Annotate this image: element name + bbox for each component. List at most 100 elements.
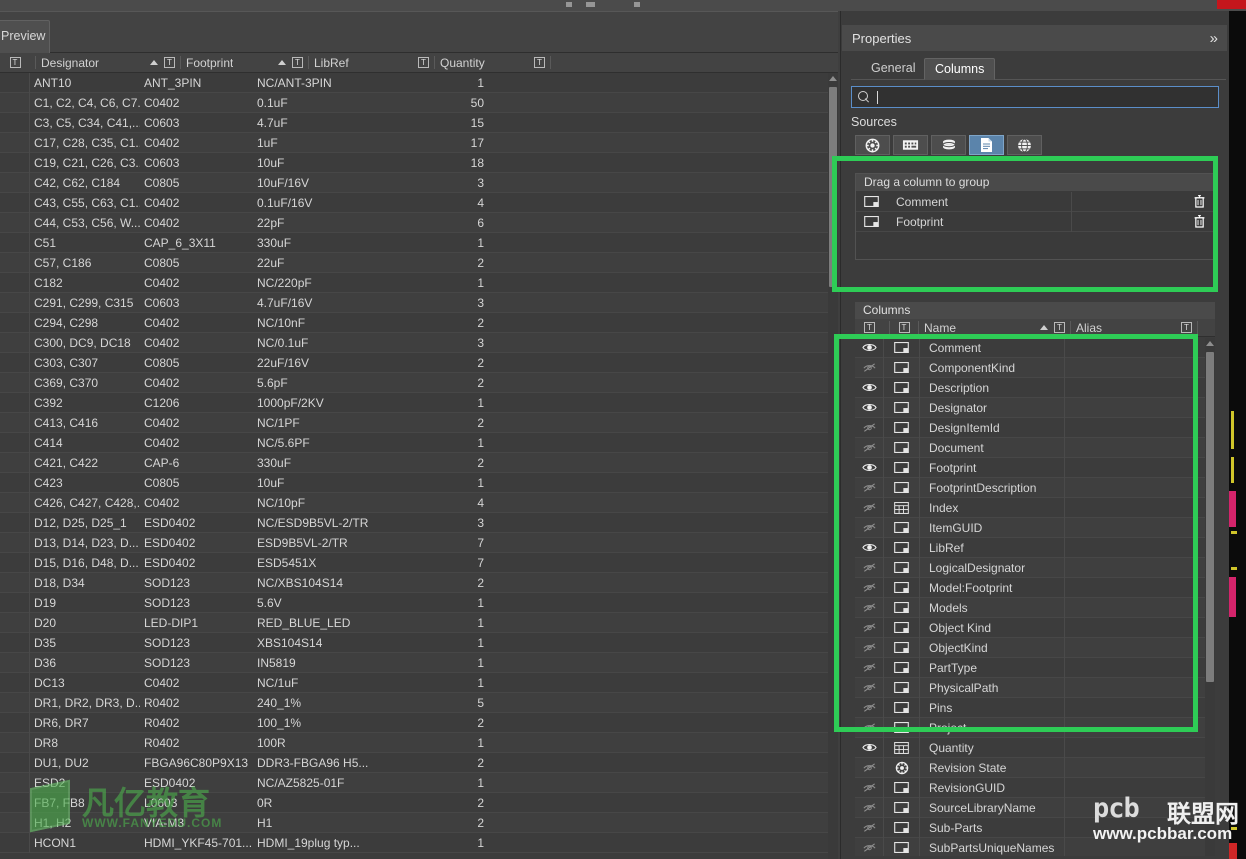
eye-hidden-icon[interactable] <box>855 417 884 438</box>
column-alias-cell[interactable] <box>1064 817 1205 838</box>
column-list-item[interactable]: Models <box>855 597 1205 618</box>
table-row[interactable]: C413, C416 C0402 NC/1PF 2 <box>0 412 828 433</box>
eye-hidden-icon[interactable] <box>855 497 884 518</box>
table-row[interactable]: DR1, DR2, DR3, D... R0402 240_1% 5 <box>0 692 828 713</box>
eye-hidden-icon[interactable] <box>855 597 884 618</box>
table-row[interactable]: D12, D25, D25_1 ESD0402 NC/ESD9B5VL-2/TR 3 <box>0 512 828 533</box>
table-header-libref[interactable]: LibRef <box>314 53 418 73</box>
scrollbar-thumb[interactable] <box>1206 352 1214 682</box>
table-row[interactable]: C414 C0402 NC/5.6PF 1 <box>0 432 828 453</box>
column-list-item[interactable]: Model:Footprint <box>855 577 1205 598</box>
table-vertical-scrollbar[interactable] <box>828 73 838 859</box>
table-row[interactable]: D19 SOD123 5.6V 1 <box>0 592 828 613</box>
table-header-footprint[interactable]: Footprint <box>186 53 274 73</box>
tab-preview[interactable]: Preview <box>0 20 50 53</box>
eye-hidden-icon[interactable] <box>855 577 884 598</box>
table-row[interactable]: C43, C55, C63, C1... C0402 0.1uF/16V 4 <box>0 192 828 213</box>
table-row[interactable]: C294, C298 C0402 NC/10nF 2 <box>0 312 828 333</box>
column-alias-cell[interactable] <box>1064 557 1205 578</box>
column-alias-cell[interactable] <box>1064 697 1205 718</box>
eye-visible-icon[interactable] <box>855 457 884 478</box>
column-list-item[interactable]: Designator <box>855 397 1205 418</box>
source-component-button[interactable] <box>893 135 928 155</box>
scroll-up-arrow-icon[interactable] <box>829 76 837 81</box>
column-list-item[interactable]: Revision State <box>855 757 1205 778</box>
table-row[interactable]: C51 CAP_6_3X11 330uF 1 <box>0 232 828 253</box>
column-list-item[interactable]: ObjectKind <box>855 637 1205 658</box>
table-row[interactable]: D13, D14, D23, D... ESD0402 ESD9B5VL-2/TR 7 <box>0 532 828 553</box>
source-globe-button[interactable] <box>1007 135 1042 155</box>
table-row[interactable]: C19, C21, C26, C3... C0603 10uF 18 <box>0 152 828 173</box>
table-row[interactable]: DR8 R0402 100R 1 <box>0 732 828 753</box>
column-list-item[interactable]: ComponentKind <box>855 357 1205 378</box>
sort-ascending-icon[interactable] <box>150 60 158 65</box>
eye-hidden-icon[interactable] <box>855 697 884 718</box>
column-list-item[interactable]: Footprint <box>855 457 1205 478</box>
table-row[interactable]: DC13 C0402 NC/1uF 1 <box>0 672 828 693</box>
eye-hidden-icon[interactable] <box>855 777 884 798</box>
eye-hidden-icon[interactable] <box>855 517 884 538</box>
filter-icon[interactable]: T <box>534 57 545 68</box>
column-alias-cell[interactable] <box>1064 477 1205 498</box>
column-alias-cell[interactable] <box>1064 777 1205 798</box>
tab-columns[interactable]: Columns <box>924 58 996 80</box>
column-list-item[interactable]: LogicalDesignator <box>855 557 1205 578</box>
table-row[interactable]: DU1, DU2 FBGA96C80P9X13 DDR3-FBGA96 H5... 2 <box>0 752 828 773</box>
table-row[interactable]: C300, DC9, DC18 C0402 NC/0.1uF 3 <box>0 332 828 353</box>
column-list-item[interactable]: DesignItemId <box>855 417 1205 438</box>
column-alias-cell[interactable] <box>1064 497 1205 518</box>
columns-header-alias[interactable]: Alias <box>1076 321 1181 335</box>
eye-visible-icon[interactable] <box>855 737 884 758</box>
table-row[interactable]: C423 C0805 10uF 1 <box>0 472 828 493</box>
eye-hidden-icon[interactable] <box>855 477 884 498</box>
column-alias-cell[interactable] <box>1064 637 1205 658</box>
column-list-item[interactable]: FootprintDescription <box>855 477 1205 498</box>
column-alias-cell[interactable] <box>1064 757 1205 778</box>
eye-hidden-icon[interactable] <box>855 677 884 698</box>
scroll-up-arrow-icon[interactable] <box>1206 341 1214 346</box>
columns-header-name[interactable]: Name <box>924 321 1036 335</box>
column-alias-cell[interactable] <box>1064 457 1205 478</box>
table-row[interactable]: C57, C186 C0805 22uF 2 <box>0 252 828 273</box>
column-alias-cell[interactable] <box>1064 377 1205 398</box>
eye-visible-icon[interactable] <box>855 338 884 358</box>
filter-icon[interactable]: T <box>1054 322 1065 333</box>
column-alias-cell[interactable] <box>1064 338 1205 358</box>
eye-hidden-icon[interactable] <box>855 357 884 378</box>
eye-hidden-icon[interactable] <box>855 757 884 778</box>
column-alias-cell[interactable] <box>1064 797 1205 818</box>
filter-icon[interactable]: T <box>164 57 175 68</box>
column-alias-cell[interactable] <box>1064 577 1205 598</box>
column-list-item[interactable]: RevisionGUID <box>855 777 1205 798</box>
window-close-button[interactable] <box>1217 0 1246 9</box>
table-row[interactable]: ESD2 ESD0402 NC/AZ5825-01F 1 <box>0 772 828 793</box>
source-document-button[interactable] <box>969 135 1004 155</box>
source-database-button[interactable] <box>931 135 966 155</box>
column-list-item[interactable]: LibRef <box>855 537 1205 558</box>
column-list-item[interactable]: ItemGUID <box>855 517 1205 538</box>
tab-general[interactable]: General <box>861 58 925 80</box>
eye-hidden-icon[interactable] <box>855 717 884 738</box>
group-by-area[interactable]: Drag a column to group Comment Footprint <box>855 173 1215 260</box>
table-row[interactable]: C421, C422 CAP-6 330uF 2 <box>0 452 828 473</box>
column-list-item[interactable]: Index <box>855 497 1205 518</box>
source-vault-button[interactable] <box>855 135 890 155</box>
column-alias-cell[interactable] <box>1064 437 1205 458</box>
table-row[interactable]: C17, C28, C35, C1... C0402 1uF 17 <box>0 132 828 153</box>
column-alias-cell[interactable] <box>1064 537 1205 558</box>
column-list-item[interactable]: SubPartsUniqueNames <box>855 837 1205 856</box>
table-row[interactable]: C369, C370 C0402 5.6pF 2 <box>0 372 828 393</box>
table-row[interactable]: C1, C2, C4, C6, C7... C0402 0.1uF 50 <box>0 92 828 113</box>
sort-ascending-icon[interactable] <box>1040 325 1048 330</box>
eye-hidden-icon[interactable] <box>855 797 884 818</box>
column-list-item[interactable]: Sub-Parts <box>855 817 1205 838</box>
column-list-item[interactable]: Description <box>855 377 1205 398</box>
delete-group-icon[interactable] <box>1194 195 1214 208</box>
filter-icon[interactable]: T <box>1181 322 1192 333</box>
column-alias-cell[interactable] <box>1064 617 1205 638</box>
table-row[interactable]: C44, C53, C56, W... C0402 22pF 6 <box>0 212 828 233</box>
eye-hidden-icon[interactable] <box>855 557 884 578</box>
column-alias-cell[interactable] <box>1064 357 1205 378</box>
table-row[interactable]: C3, C5, C34, C41,... C0603 4.7uF 15 <box>0 112 828 133</box>
column-alias-cell[interactable] <box>1064 737 1205 758</box>
